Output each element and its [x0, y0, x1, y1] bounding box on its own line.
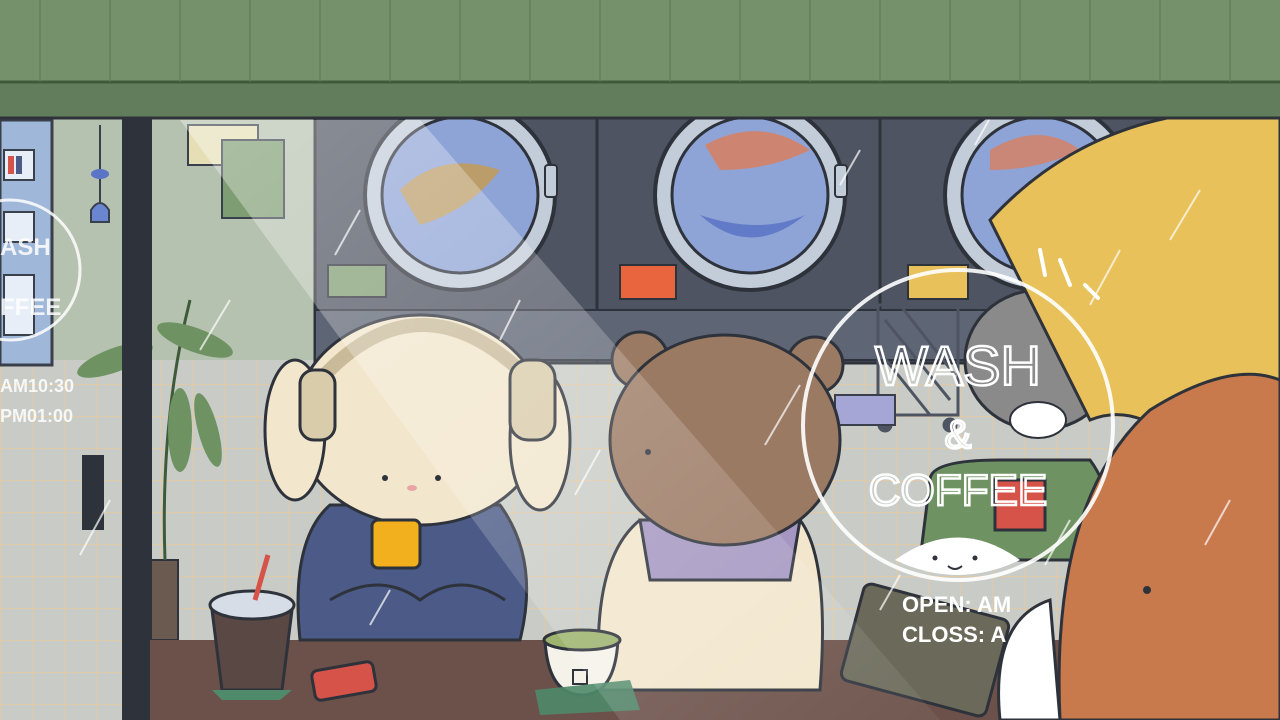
washer-door-2	[653, 98, 848, 292]
rainy-laundromat-illustration: ASH FFEE AM10:30 PM01:00 WASH & COFFEE O…	[0, 0, 1280, 720]
illustration-canvas: ASH FFEE AM10:30 PM01:00 WASH & COFFEE O…	[0, 0, 1280, 720]
phone-icon	[370, 518, 422, 570]
fish-charm-icon	[91, 169, 109, 179]
floor-mat	[834, 394, 896, 426]
side-sign-fragment-bottom: FFEE	[0, 294, 61, 321]
side-sign-fragment-top: ASH	[0, 234, 51, 261]
side-sign-time-1: AM10:30	[0, 376, 74, 396]
washer-label-orange	[619, 264, 677, 300]
side-sign-time-2: PM01:00	[0, 406, 73, 426]
green-awning	[0, 0, 1280, 120]
sign-title-wash: WASH	[875, 334, 1041, 397]
window-frame-post	[122, 118, 152, 720]
sign-title-amp: &	[945, 413, 972, 457]
sign-open-hours: OPEN: AM	[902, 592, 1011, 617]
sign-close-hours: CLOSS: A	[902, 622, 1006, 647]
sign-title-coffee: COFFEE	[869, 466, 1047, 515]
